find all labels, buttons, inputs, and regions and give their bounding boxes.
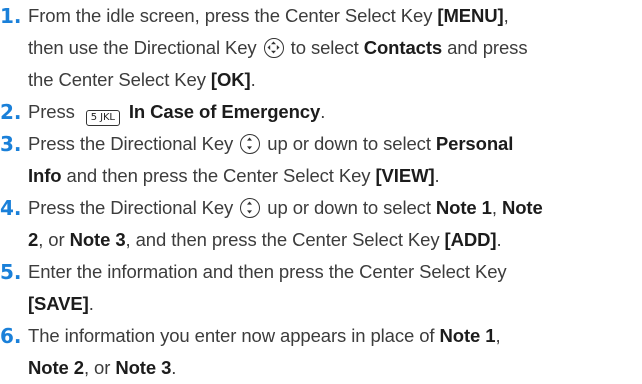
emergency-label: In Case of Emergency: [123, 101, 321, 122]
personal-label: Personal: [435, 133, 514, 154]
step-line: The information you enter now appears in…: [28, 320, 642, 352]
view-key-label: [VIEW]: [375, 165, 435, 186]
step-5: 5. Enter the information and then press …: [0, 256, 642, 320]
step-line: Enter the information and then press the…: [28, 256, 642, 288]
add-key-label: [ADD]: [444, 229, 497, 250]
step-text: to select: [285, 37, 364, 58]
step-4: 4. Press the Directional Key up or down …: [0, 192, 642, 256]
note-label: Note: [501, 197, 543, 218]
step-line: the Center Select Key [OK].: [28, 64, 642, 96]
key-5-jkl-icon: 5 JKL: [85, 110, 120, 126]
step-line: Press the Directional Key up or down to …: [28, 128, 642, 160]
step-text: .: [496, 229, 502, 250]
step-line: Press 5 JKL In Case of Emergency.: [28, 96, 642, 128]
step-text: .: [434, 165, 440, 186]
step-text: Press the Directional Key: [28, 197, 239, 218]
up-down-key-icon: [240, 198, 261, 218]
step-text: The information you enter now appears in…: [28, 325, 440, 346]
step-1: 1. From the idle screen, press the Cente…: [0, 0, 642, 96]
step-text: .: [250, 69, 256, 90]
step-text: , and then press the Center Select Key: [125, 229, 445, 250]
step-text: .: [320, 101, 326, 122]
note-2-label: 2: [28, 229, 39, 250]
step-text: ,: [503, 5, 509, 26]
up-down-key-icon: [240, 134, 261, 154]
step-text: Press: [28, 101, 80, 122]
step-line: Press the Directional Key up or down to …: [28, 192, 642, 224]
step-text: , or: [83, 357, 116, 378]
step-text: Enter the information and then press the…: [28, 261, 507, 282]
step-text: the Center Select Key: [28, 69, 211, 90]
step-6: 6. The information you enter now appears…: [0, 320, 642, 384]
step-text: ,: [491, 197, 502, 218]
step-number: 2.: [0, 100, 22, 124]
step-number: 1.: [0, 4, 22, 28]
step-text: up or down to select: [262, 197, 436, 218]
step-line: Info and then press the Center Select Ke…: [28, 160, 642, 192]
step-line: Note 2, or Note 3.: [28, 352, 642, 384]
step-text: .: [171, 357, 177, 378]
step-number: 6.: [0, 324, 22, 348]
step-text: and press: [442, 37, 528, 58]
step-text: and then press the Center Select Key: [61, 165, 376, 186]
step-text: , or: [38, 229, 70, 250]
contacts-label: Contacts: [363, 37, 443, 58]
step-line: From the idle screen, press the Center S…: [28, 0, 642, 32]
step-2: 2. Press 5 JKL In Case of Emergency.: [0, 96, 642, 128]
menu-key-label: [MENU]: [437, 5, 504, 26]
save-key-label: [SAVE]: [28, 293, 89, 314]
note-1-label: Note 1: [439, 325, 496, 346]
directional-key-icon: [263, 38, 284, 58]
step-text: up or down to select: [262, 133, 436, 154]
note-2-label: Note 2: [28, 357, 84, 378]
step-line: then use the Directional Key to select C…: [28, 32, 642, 64]
step-text: ,: [495, 325, 501, 346]
step-number: 3.: [0, 132, 22, 156]
step-line: 2, or Note 3, and then press the Center …: [28, 224, 642, 256]
ok-key-label: [OK]: [210, 69, 251, 90]
step-text: From the idle screen, press the Center S…: [28, 5, 438, 26]
step-text: .: [88, 293, 94, 314]
instruction-page: 1. From the idle screen, press the Cente…: [0, 0, 642, 380]
step-text: Press the Directional Key: [28, 133, 239, 154]
note-3-label: Note 3: [69, 229, 126, 250]
step-number: 4.: [0, 196, 22, 220]
note-3-label: Note 3: [115, 357, 172, 378]
note-1-label: Note 1: [435, 197, 492, 218]
info-label: Info: [28, 165, 62, 186]
step-text: then use the Directional Key: [28, 37, 262, 58]
step-3: 3. Press the Directional Key up or down …: [0, 128, 642, 192]
step-number: 5.: [0, 260, 22, 284]
step-line: [SAVE].: [28, 288, 642, 320]
